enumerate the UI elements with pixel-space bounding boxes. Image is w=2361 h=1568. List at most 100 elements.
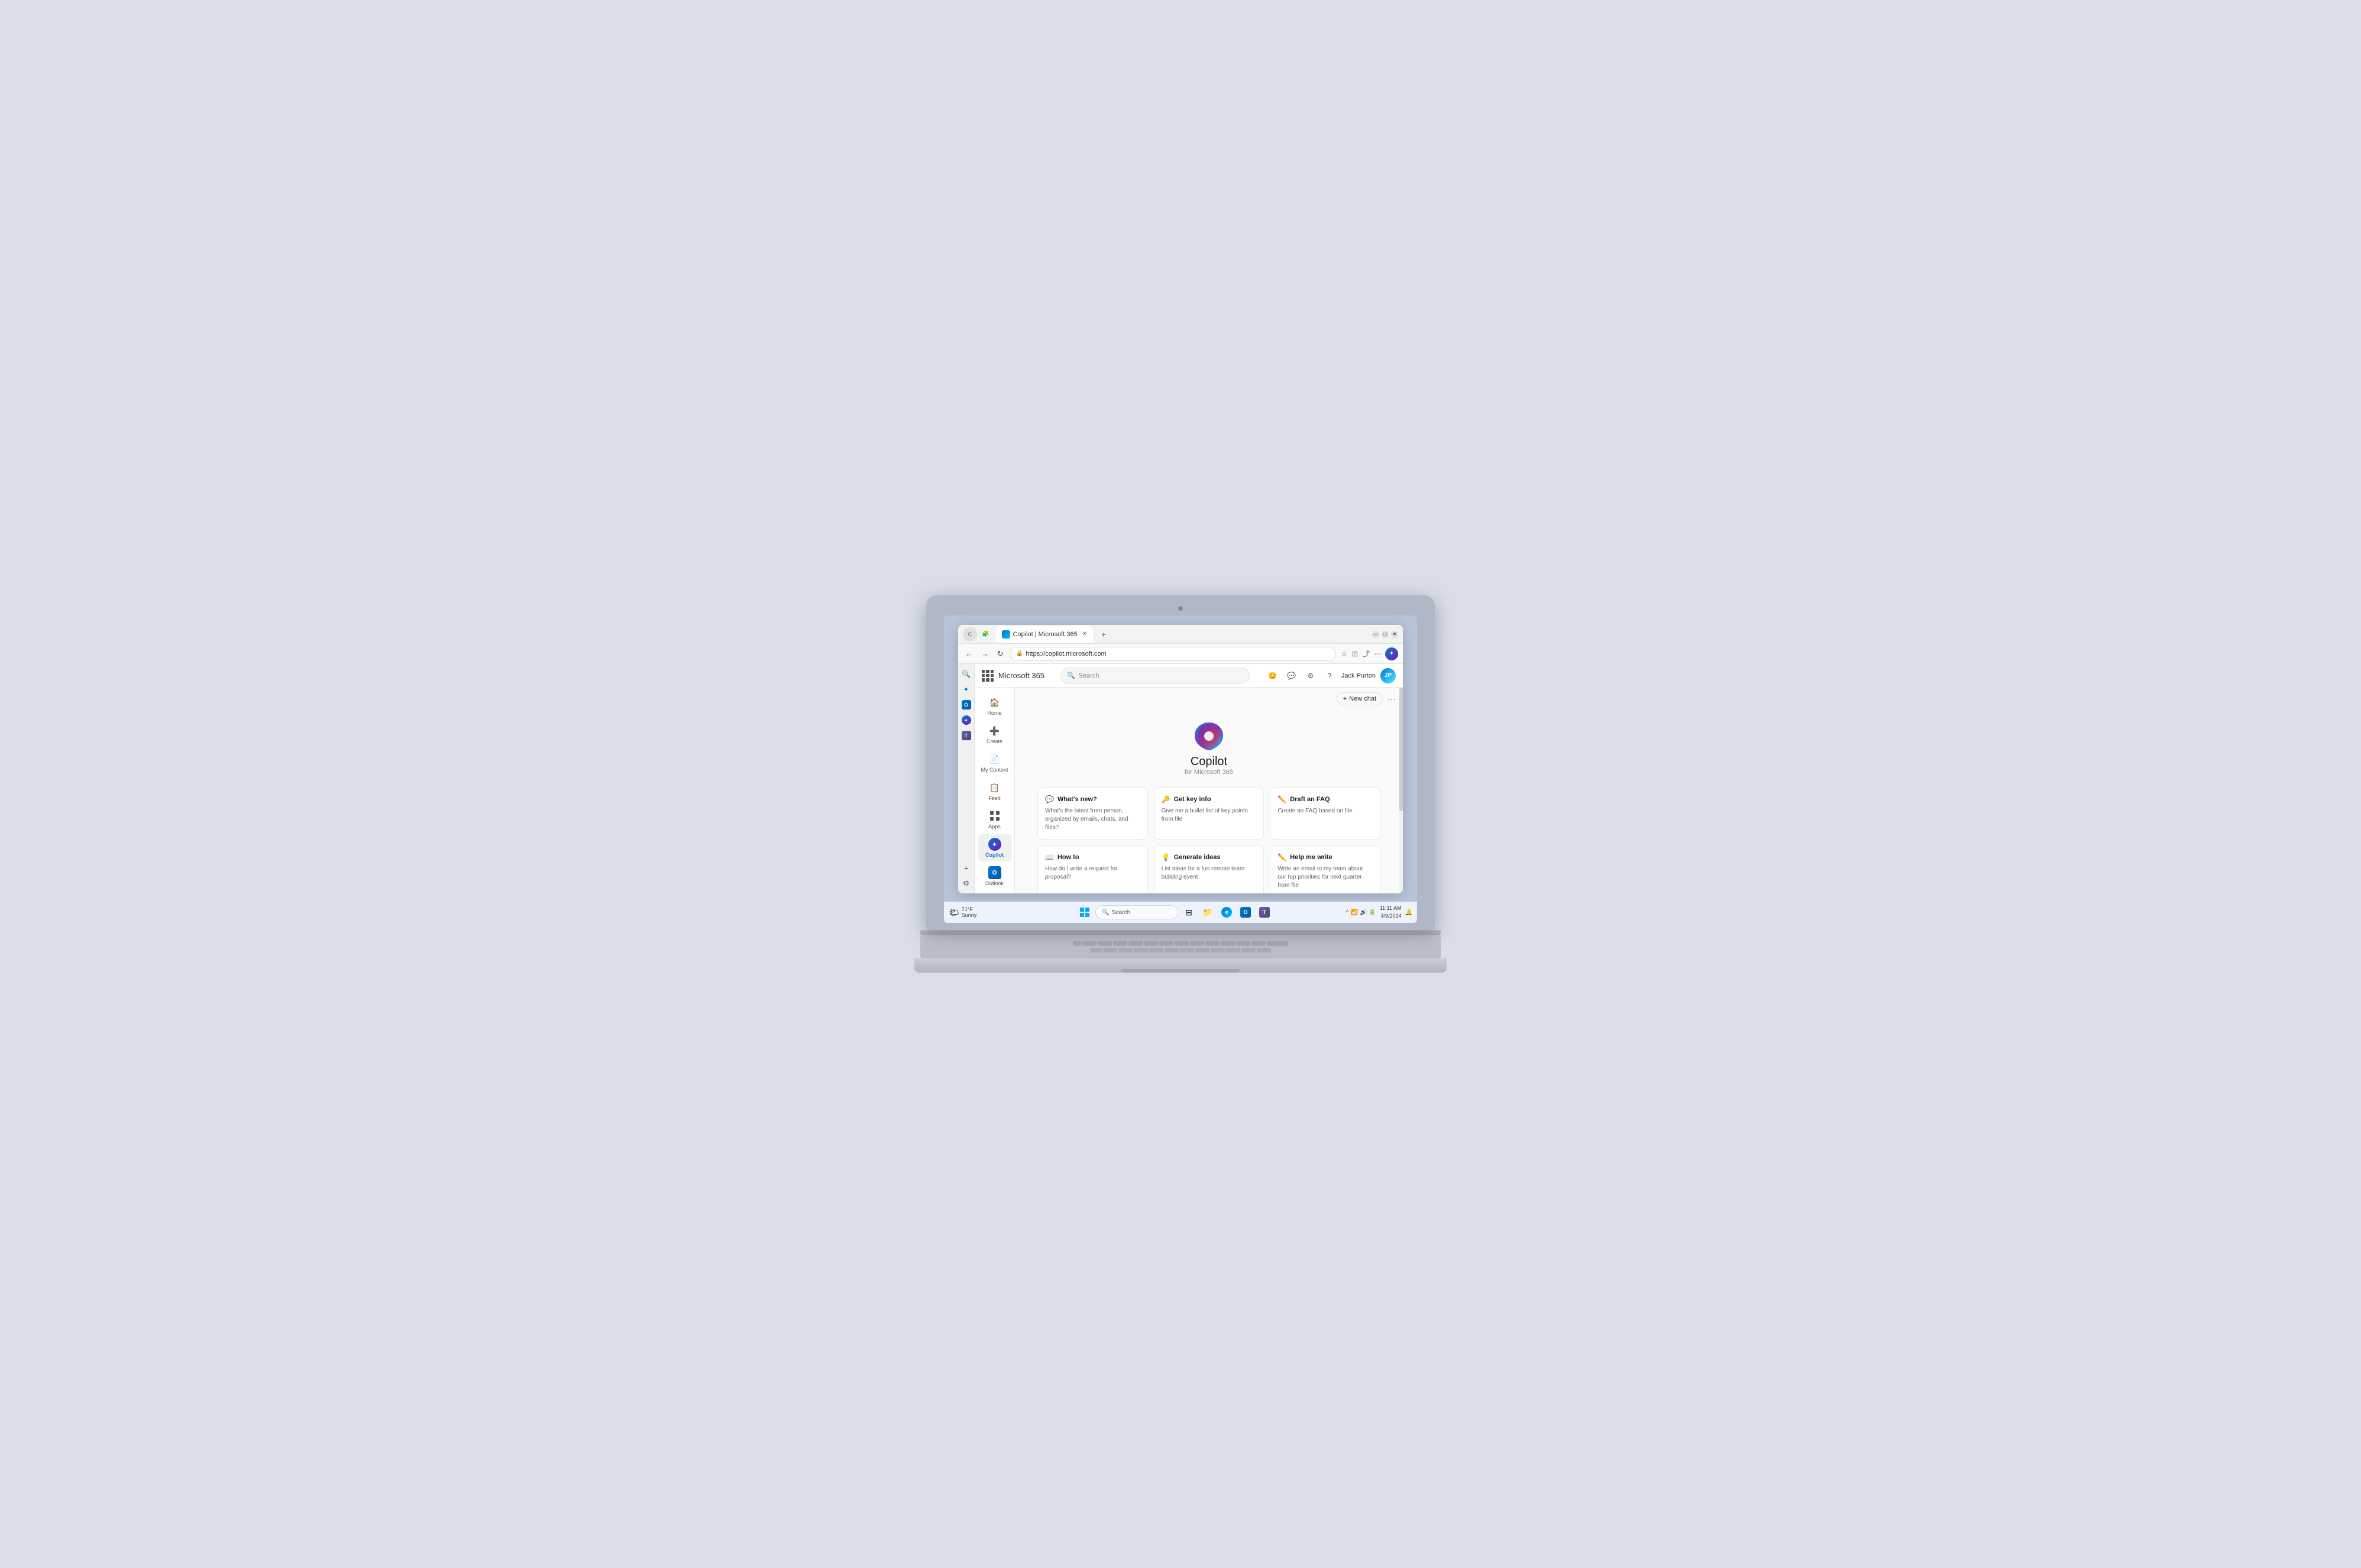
sidebar-home-label: Home xyxy=(987,710,1001,716)
m365-search-bar[interactable]: 🔍 Search xyxy=(1060,668,1250,684)
key xyxy=(1267,941,1288,946)
clock[interactable]: 11:11 AM 4/9/2024 xyxy=(1380,905,1402,919)
taskbar-search[interactable]: 🔍 Search xyxy=(1095,905,1178,919)
card-whats-new[interactable]: 💬 What's new? What's the latest from per… xyxy=(1037,788,1148,840)
waffle-menu[interactable] xyxy=(982,670,994,682)
key xyxy=(1165,948,1179,953)
laptop-screen: C 🧩 Copilot | Microsoft 365 ✕ + — xyxy=(944,615,1417,923)
split-icon[interactable]: ⊡ xyxy=(1351,649,1359,659)
taskbar-search-placeholder: Search xyxy=(1111,909,1130,916)
m365-logo: Microsoft 365 xyxy=(998,671,1044,680)
share-icon[interactable]: ⤴ xyxy=(1361,647,1371,660)
volume-icon[interactable]: 🔊 xyxy=(1360,909,1367,916)
tab-close-btn[interactable]: ✕ xyxy=(1082,631,1087,637)
weather-info: 71°F Sunny xyxy=(962,906,977,918)
card-header-gen-ideas: 💡 Generate ideas xyxy=(1162,853,1257,861)
new-chat-button[interactable]: + New chat xyxy=(1337,692,1383,705)
profile-btn[interactable]: C xyxy=(963,627,977,642)
active-tab[interactable]: Copilot | Microsoft 365 ✕ xyxy=(996,626,1093,643)
waffle-dot xyxy=(986,678,989,681)
close-btn[interactable]: ✕ xyxy=(1391,631,1398,638)
user-avatar[interactable]: JP xyxy=(1380,668,1396,683)
key xyxy=(1195,948,1209,953)
edge-sidebar-outlook[interactable]: O xyxy=(960,698,973,711)
notification-icon[interactable]: 🔔 xyxy=(1405,909,1412,916)
search-placeholder: Search xyxy=(1079,672,1099,679)
m365-sidebar: 🏠 Home ➕ Create 📄 xyxy=(975,688,1015,893)
laptop-screen-bezel: C 🧩 Copilot | Microsoft 365 ✕ + — xyxy=(926,595,1435,930)
edge-sidebar-search[interactable]: 🔍 xyxy=(960,668,973,681)
minimize-btn[interactable]: — xyxy=(1372,631,1379,638)
scrollbar-track[interactable] xyxy=(1399,688,1403,893)
waffle-dot xyxy=(982,670,985,673)
user-name-label[interactable]: Jack Purton xyxy=(1341,672,1376,679)
browser-titlebar: C 🧩 Copilot | Microsoft 365 ✕ + — xyxy=(958,625,1403,644)
sidebar-item-my-content[interactable]: 📄 My Content xyxy=(978,749,1011,776)
sidebar-item-teams[interactable]: T Teams xyxy=(978,891,1011,893)
feedback-icon[interactable]: 💬 xyxy=(1285,669,1299,683)
task-view-button[interactable]: ⊟ xyxy=(1180,904,1197,921)
m365-main-content: + New chat ⋯ xyxy=(1015,688,1403,893)
edge-sidebar-settings[interactable]: ⚙ xyxy=(960,877,973,890)
card-title-help-write: Help me write xyxy=(1290,854,1332,861)
taskbar-outlook[interactable]: O xyxy=(1237,904,1254,921)
sidebar-mycontent-label: My Content xyxy=(981,767,1008,773)
weather-desc: Sunny xyxy=(962,912,977,918)
waffle-dot xyxy=(991,674,994,677)
more-options-button[interactable]: ⋯ xyxy=(1388,694,1396,704)
key xyxy=(1211,948,1225,953)
tray-chevron[interactable]: ^ xyxy=(1346,909,1349,916)
taskbar-search-icon: 🔍 xyxy=(1102,909,1109,916)
edge-copilot-icon[interactable]: ✦ xyxy=(1385,647,1398,660)
card-get-key-info[interactable]: 🔑 Get key info Give me a bullet list of … xyxy=(1154,788,1264,840)
card-title-key-info: Get key info xyxy=(1174,796,1211,803)
forward-button[interactable]: → xyxy=(979,648,991,659)
copilot-logo: Copilot for Microsoft 365 xyxy=(1185,720,1233,776)
favorites-icon[interactable]: ☆ xyxy=(1340,649,1348,659)
weather-icon: 🌤 xyxy=(949,908,959,918)
help-write-icon: ✏️ xyxy=(1277,853,1286,861)
card-help-write[interactable]: ✏️ Help me write Write an email to my te… xyxy=(1270,845,1380,893)
battery-icon[interactable]: 🔋 xyxy=(1369,909,1376,916)
taskbar-explorer[interactable]: 📁 xyxy=(1199,904,1216,921)
feed-icon: 📋 xyxy=(988,781,1001,794)
settings-icon[interactable]: ⋯ xyxy=(1373,649,1383,659)
key xyxy=(1128,941,1143,946)
back-button[interactable]: ← xyxy=(963,648,975,659)
header-actions: 😊 💬 ⚙ ? Jack Purton JP xyxy=(1266,668,1396,683)
edge-sidebar-teams[interactable]: T xyxy=(960,729,973,742)
maximize-icon: □ xyxy=(1384,631,1387,637)
edge-sidebar-copilot2[interactable]: ✦ xyxy=(960,714,973,727)
edge-sidebar-copilot[interactable]: ✦ xyxy=(960,683,973,696)
address-bar[interactable]: 🔒 https://copilot.microsoft.com xyxy=(1010,647,1336,661)
taskbar-teams[interactable]: T xyxy=(1256,904,1273,921)
sidebar-item-copilot[interactable]: ✦ Copilot xyxy=(978,834,1011,861)
card-generate-ideas[interactable]: 💡 Generate ideas List ideas for a fun re… xyxy=(1154,845,1264,893)
new-tab-btn[interactable]: + xyxy=(1098,629,1110,640)
card-draft-faq[interactable]: ✏️ Draft an FAQ Create an FAQ based on f… xyxy=(1270,788,1380,840)
card-header-how-to: 📖 How to xyxy=(1045,853,1140,861)
tab-bar: C 🧩 Copilot | Microsoft 365 ✕ + xyxy=(963,626,1367,643)
help-icon[interactable]: ? xyxy=(1322,669,1337,683)
scrollbar-thumb[interactable] xyxy=(1399,688,1403,811)
taskbar-edge[interactable]: e xyxy=(1218,904,1235,921)
laptop-base xyxy=(914,958,1447,973)
start-button[interactable] xyxy=(1076,904,1093,921)
refresh-button[interactable]: ↻ xyxy=(995,648,1006,660)
key xyxy=(1149,948,1163,953)
maximize-btn[interactable]: □ xyxy=(1382,631,1389,638)
edge-sidebar-add[interactable]: + xyxy=(960,861,973,874)
extensions-btn[interactable]: 🧩 xyxy=(982,631,989,637)
network-icon[interactable]: 📶 xyxy=(1350,909,1357,916)
sidebar-item-apps[interactable]: Apps xyxy=(978,806,1011,833)
whats-new-icon: 💬 xyxy=(1045,795,1054,804)
sidebar-item-create[interactable]: ➕ Create xyxy=(978,721,1011,748)
sidebar-item-outlook[interactable]: O Outlook xyxy=(978,863,1011,890)
key xyxy=(1226,948,1240,953)
settings-header-icon[interactable]: ⚙ xyxy=(1304,669,1318,683)
sidebar-item-feed[interactable]: 📋 Feed xyxy=(978,777,1011,805)
sidebar-item-home[interactable]: 🏠 Home xyxy=(978,692,1011,720)
card-how-to[interactable]: 📖 How to How do I write a request for pr… xyxy=(1037,845,1148,893)
emoji-icon[interactable]: 😊 xyxy=(1266,669,1280,683)
sidebar-apps-label: Apps xyxy=(988,824,1001,830)
